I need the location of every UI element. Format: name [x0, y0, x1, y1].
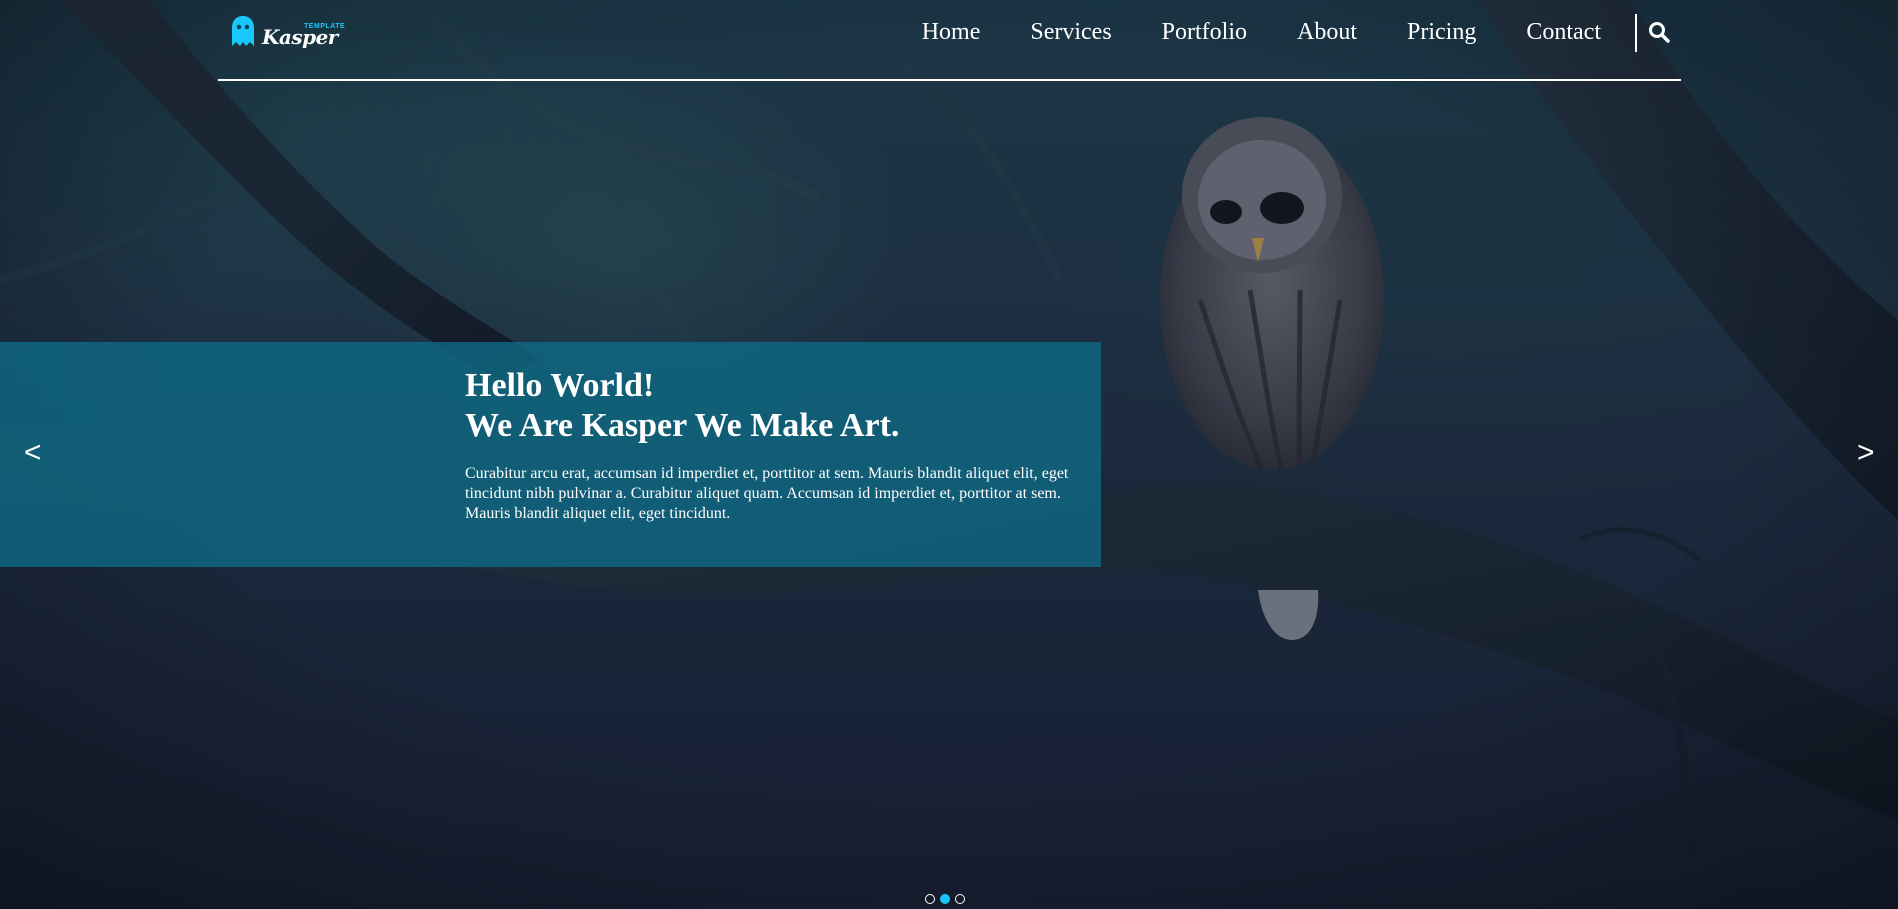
top-navbar: TEMPLATE Kasper Home Services Portfolio …: [218, 0, 1681, 81]
slider-prev-button[interactable]: <: [24, 438, 42, 468]
logo-wordmark: Kasper: [262, 25, 338, 49]
search-icon[interactable]: [1647, 20, 1671, 44]
slide-heading: Hello World! We Are Kasper We Make Art.: [465, 366, 899, 446]
slider-bullet-2[interactable]: [940, 894, 950, 904]
slide-caption: Hello World! We Are Kasper We Make Art. …: [0, 342, 1101, 567]
nav-home[interactable]: Home: [922, 19, 981, 46]
ghost-icon: [232, 16, 254, 46]
nav-portfolio[interactable]: Portfolio: [1162, 19, 1247, 46]
nav-services[interactable]: Services: [1030, 19, 1111, 46]
slide-heading-line1: Hello World!: [465, 367, 655, 404]
slider-bullet-1[interactable]: [925, 894, 935, 904]
kasper-logo[interactable]: TEMPLATE Kasper: [230, 15, 345, 51]
slide-heading-line2: We Are Kasper We Make Art.: [465, 407, 900, 444]
slider-bullets: [925, 894, 965, 904]
hero-section: TEMPLATE Kasper Home Services Portfolio …: [0, 0, 1898, 909]
slider-bullet-3[interactable]: [955, 894, 965, 904]
nav-divider: [1635, 14, 1637, 52]
nav-about[interactable]: About: [1297, 19, 1357, 46]
nav-contact[interactable]: Contact: [1526, 19, 1601, 46]
main-nav: Home Services Portfolio About Pricing Co…: [922, 0, 1601, 64]
slider-next-button[interactable]: >: [1857, 438, 1875, 468]
nav-pricing[interactable]: Pricing: [1407, 19, 1476, 46]
slide-description: Curabitur arcu erat, accumsan id imperdi…: [465, 465, 1069, 522]
